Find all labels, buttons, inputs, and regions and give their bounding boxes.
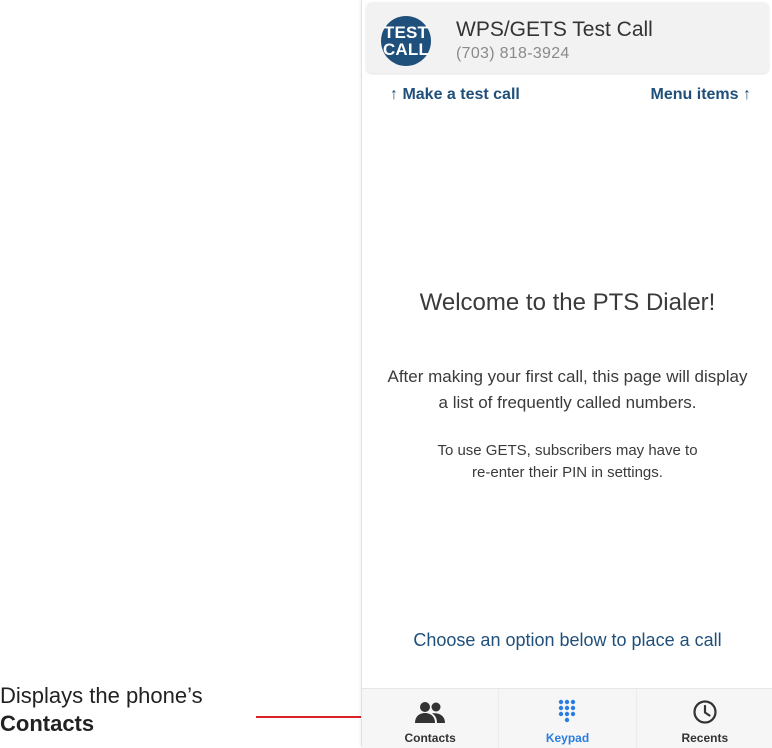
hint-menu-items: Menu items ↑	[650, 86, 751, 103]
clock-icon	[693, 700, 717, 724]
callout-line2: Contacts	[0, 711, 95, 736]
test-call-number: (703) 818-3924	[456, 45, 570, 62]
callout-line1: Displays the phone’s	[0, 683, 203, 708]
keypad-icon	[559, 699, 576, 723]
test-call-badge-icon: TEST CALL	[381, 16, 431, 66]
tab-keypad-label: Keypad	[545, 731, 590, 745]
welcome-line2: a list of frequently called numbers.	[438, 393, 697, 412]
tab-contacts-label: Contacts	[404, 731, 456, 745]
tab-recents-label: Recents	[681, 731, 729, 745]
callout-pointer-line	[256, 716, 366, 718]
gets-line2: re-enter their PIN in settings.	[472, 464, 663, 481]
tab-contacts[interactable]: Contacts	[362, 689, 498, 748]
welcome-title: Welcome to the PTS Dialer!	[419, 289, 716, 316]
test-call-title: WPS/GETS Test Call	[456, 18, 653, 41]
callout-annotation: Displays the phone’s Contacts	[0, 682, 203, 738]
dialer-screen: TEST CALL WPS/GETS Test Call (703) 818-3…	[361, 0, 772, 748]
bottom-tab-bar: Contacts Keypad Recents	[362, 688, 772, 748]
welcome-description: After making your first call, this page …	[362, 364, 772, 416]
contacts-icon	[415, 702, 446, 723]
gets-pin-note: To use GETS, subscribers may have to re-…	[362, 440, 772, 484]
hint-make-test-call: ↑ Make a test call	[390, 86, 520, 103]
welcome-line1: After making your first call, this page …	[387, 367, 748, 386]
gets-line1: To use GETS, subscribers may have to	[437, 442, 698, 459]
badge-line2: CALL	[382, 40, 430, 59]
tab-keypad[interactable]: Keypad	[498, 689, 635, 748]
choose-option-prompt: Choose an option below to place a call	[413, 630, 722, 650]
tab-recents[interactable]: Recents	[635, 689, 772, 748]
badge-line1: TEST	[383, 23, 429, 42]
test-call-card[interactable]: TEST CALL WPS/GETS Test Call (703) 818-3…	[366, 2, 769, 73]
